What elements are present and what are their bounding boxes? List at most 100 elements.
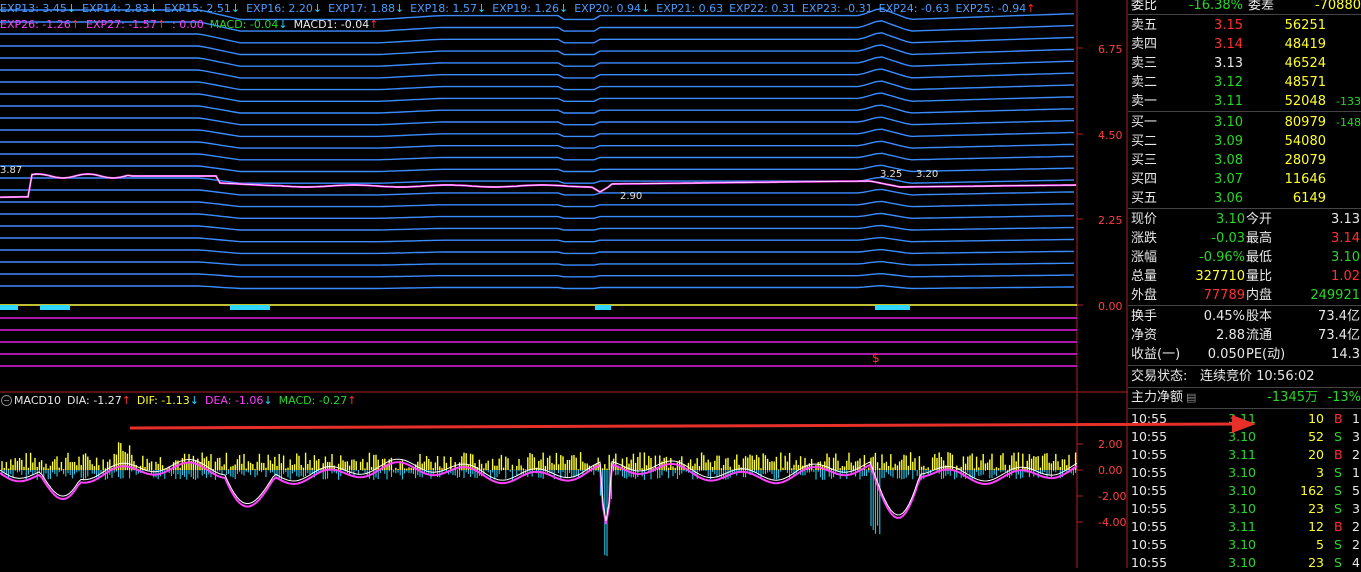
trade-time: 10:55 [1131,447,1168,462]
trade-row[interactable]: 10:55 3.10 23 S 4 [1128,554,1361,572]
macd-axis-label: 2.00 [1098,438,1123,451]
legend-item: EXP24: -0.63 [878,2,950,15]
quote-value: 14.3 [1331,347,1360,362]
exp-band-line [0,44,1075,56]
level-price: 3.14 [1214,37,1243,52]
exp-band-line [0,128,1074,138]
legend-item: EXP14: 2.83↓ [82,2,159,15]
legend-item: EXP27: -1.57↑ [86,18,166,31]
order-book-row[interactable]: 买一 3.10 80979 -148 [1128,113,1361,132]
trade-count: 1 [1352,411,1360,426]
price-annotation-low: 2.90 [620,191,643,202]
trade-count: 2 [1352,447,1360,462]
exp-band-line [0,248,1074,255]
price-annotation: 3.87 [0,165,23,176]
order-book-row[interactable]: 卖四 3.14 48419 [1128,35,1361,54]
exp-band-line [0,140,1075,149]
quote-value: 73.4亿 [1318,328,1360,343]
exp-band-line [0,80,1075,91]
level-price: 3.13 [1214,56,1243,71]
quote-value: 3.10 [1216,212,1245,227]
quote-value: 3.14 [1331,231,1360,246]
trade-volume: 20 [1308,447,1324,462]
y-axis-label: 0.00 [1098,300,1123,313]
legend-item: EXP16: 2.20↓ [246,2,323,15]
main-flow-row[interactable]: 主力净额 ▤ -1345万 -13% [1128,388,1361,407]
order-book-row[interactable]: 买四 3.07 11646 [1128,170,1361,189]
exp-band-line [0,176,1074,184]
trade-row[interactable]: 10:55 3.11 10 B 1 [1128,410,1361,428]
level-label: 卖四 [1131,37,1158,52]
quote-row: 收益(一) 0.050 PE(动) 14.3 [1128,345,1361,364]
legend-item: EXP21: 0.63 [656,2,724,15]
order-book-row[interactable]: 卖一 3.11 52048 -133 [1128,92,1361,111]
legend-item: DIF: -1.13↓ [136,394,199,407]
order-book-row[interactable]: 买三 3.08 28079 [1128,151,1361,170]
quote-value: 77789 [1203,288,1245,303]
level-label: 卖五 [1131,18,1158,33]
quote-label: 净资 [1131,328,1158,343]
macd-legend: MACD10 DIA: -1.27↑ DIF: -1.13↓ DEA: -1.06↓ M… [14,394,363,407]
exp-band-line [0,236,1074,243]
trade-row[interactable]: 10:55 3.11 20 B 2 [1128,446,1361,464]
trade-count: 1 [1352,465,1360,480]
quote-label: 今开 [1246,212,1273,227]
detail-icon[interactable]: ▤ [1186,388,1196,407]
chart-area[interactable]: EXP13: 3.45↓ EXP14: 2.83↓ EXP15: 2.51↓ EXP1… [0,0,1128,568]
quote-label: 涨幅 [1131,250,1158,265]
volume-dip [40,305,70,310]
trade-direction: S [1334,429,1342,444]
trade-price: 3.11 [1228,447,1256,462]
trade-price: 3.11 [1228,519,1256,534]
trade-volume: 162 [1300,483,1324,498]
trade-direction: S [1334,465,1342,480]
trade-row[interactable]: 10:55 3.10 5 S 2 [1128,536,1361,554]
exp-band-line [0,188,1074,196]
trade-row[interactable]: 10:55 3.10 3 S 1 [1128,464,1361,482]
quote-value: 249921 [1310,288,1360,303]
trade-row[interactable]: 10:55 3.10 23 S 3 [1128,500,1361,518]
level-volume: 48571 [1284,75,1326,90]
divider [1128,14,1361,15]
trade-row[interactable]: 10:55 3.11 12 B 2 [1128,518,1361,536]
trade-price: 3.10 [1228,537,1256,552]
order-book-row[interactable]: 卖二 3.12 48571 [1128,73,1361,92]
trade-direction: S [1334,555,1342,570]
level-price: 3.07 [1214,172,1243,187]
trade-row[interactable]: 10:55 3.10 162 S 5 [1128,482,1361,500]
volume-dip [595,305,611,310]
exp-band-line [0,68,1074,79]
level-price: 3.10 [1214,115,1243,130]
divider [1128,365,1361,366]
exp-band-line [0,104,1075,114]
quote-label: PE(动) [1246,347,1286,362]
legend-item: EXP15: 2.51↓ [164,2,241,15]
volume-dip [0,305,18,310]
legend-item: MACD: -0.04↓ [209,18,288,31]
order-book-row[interactable]: 卖三 3.13 46524 [1128,54,1361,73]
trade-time: 10:55 [1131,537,1168,552]
order-book-row[interactable]: 买五 3.06 6149 [1128,189,1361,208]
quote-panel: 委比 -16.38% 委差 -70880 卖五 3.15 56251 卖四 3.14 48… [1128,0,1361,570]
y-axis-label: 4.50 [1098,129,1123,142]
order-book-row[interactable]: 卖五 3.15 56251 [1128,16,1361,35]
collapse-icon[interactable]: − [1,395,12,406]
level-label: 卖一 [1131,94,1158,109]
quote-row: 换手 0.45% 股本 73.4亿 [1128,307,1361,326]
trade-row[interactable]: 10:55 3.10 52 S 3 [1128,428,1361,446]
legend-item: EXP17: 1.88↓ [328,2,405,15]
order-book-row[interactable]: 买二 3.09 54080 [1128,132,1361,151]
quote-label: 流通 [1246,328,1273,343]
trade-count: 3 [1352,429,1360,444]
level-label: 买一 [1131,115,1158,130]
quote-value: 3.13 [1331,212,1360,227]
main-chart[interactable] [0,0,1128,568]
legend-item: DIA: -1.27↑ [66,394,131,407]
legend-item: MACD10 [14,394,61,407]
level-change: -148 [1336,116,1361,129]
trade-direction: S [1334,483,1342,498]
quote-row: 外盘 77789 内盘 249921 [1128,286,1361,305]
order-ratio-row: 委比 -16.38% 委差 -70880 [1128,0,1361,15]
divider [1128,408,1361,409]
trade-direction: B [1334,411,1343,426]
